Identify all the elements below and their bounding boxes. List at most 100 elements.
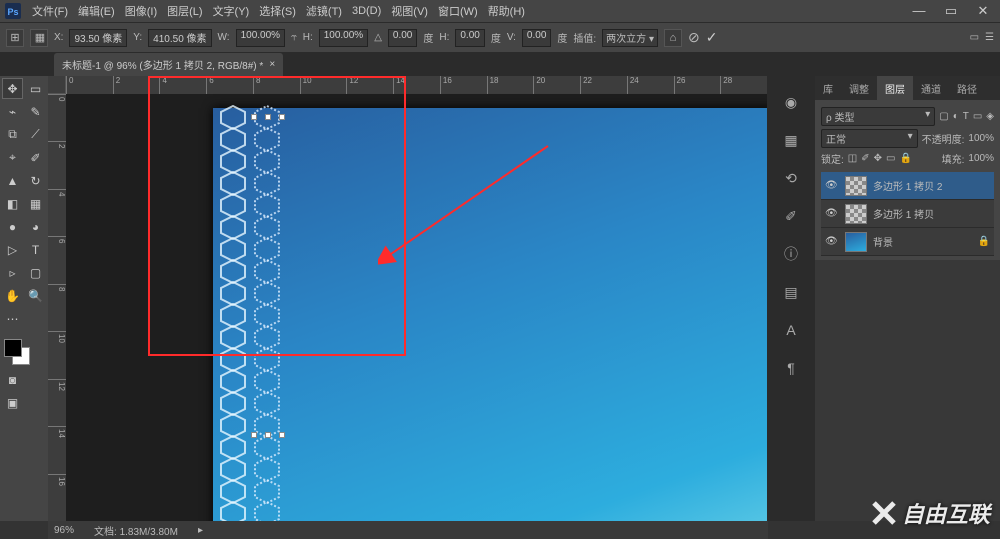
menu-3d[interactable]: 3D(D) [352, 5, 381, 17]
commit-transform-icon[interactable]: ✓ [706, 29, 718, 46]
ruler-vertical[interactable]: 0 2 4 6 8 10 12 14 16 [48, 94, 66, 521]
history-brush-tool[interactable]: ↻ [25, 170, 46, 191]
lock-trans-icon[interactable]: ◫ [848, 153, 857, 164]
menu-filter[interactable]: 滤镜(T) [306, 3, 342, 19]
panel-tab-paths[interactable]: 路径 [949, 76, 985, 100]
menu-help[interactable]: 帮助(H) [488, 3, 525, 19]
y-field[interactable]: 410.50 像素 [148, 29, 211, 47]
filter-shape-icon[interactable]: ▭ [973, 111, 982, 122]
healing-tool[interactable]: ⌖ [2, 147, 23, 168]
zoom-level[interactable]: 96% [54, 525, 74, 536]
reference-point-icon[interactable]: ▦ [30, 29, 48, 47]
layer-thumbnail[interactable] [845, 204, 867, 224]
layer-kind-filter[interactable]: ρ 类型▾ [821, 107, 935, 126]
lock-all-icon[interactable]: 🔒 [899, 153, 911, 164]
layer-thumbnail[interactable] [845, 232, 867, 252]
panel-tab-layers[interactable]: 图层 [877, 76, 913, 100]
visibility-icon[interactable]: 👁 [825, 236, 839, 247]
zoom-tool[interactable]: 🔍 [25, 285, 46, 306]
menu-file[interactable]: 文件(F) [32, 3, 68, 19]
panel-tab-adjust[interactable]: 调整 [841, 76, 877, 100]
layer-row[interactable]: 👁 多边形 1 拷贝 [821, 200, 994, 228]
layer-thumbnail[interactable] [845, 176, 867, 196]
transform-handle[interactable] [251, 432, 257, 438]
gradient-tool[interactable]: ▦ [25, 193, 46, 214]
screenmode-tool[interactable]: ▣ [2, 392, 23, 413]
lock-artboard-icon[interactable]: ▭ [886, 153, 895, 164]
menu-view[interactable]: 视图(V) [391, 3, 428, 19]
eraser-tool[interactable]: ◧ [2, 193, 23, 214]
actions-icon[interactable]: ▤ [779, 280, 803, 304]
pen-tool[interactable]: ▷ [2, 239, 23, 260]
lock-paint-icon[interactable]: ✐ [861, 153, 869, 164]
menu-edit[interactable]: 编辑(E) [78, 3, 115, 19]
angle-field[interactable]: 0.00 [388, 29, 417, 47]
maximize-icon[interactable]: ▭ [938, 3, 964, 19]
info-icon[interactable]: ⓘ [779, 242, 803, 266]
transform-handle[interactable] [279, 432, 285, 438]
cancel-transform-icon[interactable]: ⊘ [688, 29, 700, 46]
link-icon[interactable]: ⥾ [291, 32, 297, 43]
swatches-icon[interactable]: ▦ [779, 128, 803, 152]
w-field[interactable]: 100.00% [236, 29, 285, 47]
layer-row[interactable]: 👁 背景 🔒 [821, 228, 994, 256]
stamp-tool[interactable]: ▲ [2, 170, 23, 191]
workspace-menu-icon[interactable]: ☰ [985, 32, 994, 43]
menu-layer[interactable]: 图层(L) [167, 3, 202, 19]
dodge-tool[interactable]: ◕ [25, 216, 46, 237]
hand-tool[interactable]: ✋ [2, 285, 23, 306]
lock-pos-icon[interactable]: ✥ [874, 153, 882, 164]
transform-tool-icon[interactable]: ⊞ [6, 29, 24, 47]
menu-type[interactable]: 文字(Y) [213, 3, 250, 19]
filter-image-icon[interactable]: ▢ [939, 111, 948, 122]
quickmask-tool[interactable]: ◙ [2, 369, 23, 390]
x-field[interactable]: 93.50 像素 [69, 29, 127, 47]
workspace-switcher-icon[interactable]: ▭ [970, 32, 979, 43]
quick-select-tool[interactable]: ✎ [25, 101, 46, 122]
document-tab-close-icon[interactable]: × [269, 59, 275, 70]
visibility-icon[interactable]: 👁 [825, 208, 839, 219]
color-wheel-icon[interactable]: ◉ [779, 90, 803, 114]
move-tool[interactable]: ✥ [2, 78, 23, 99]
menu-select[interactable]: 选择(S) [259, 3, 296, 19]
path-select-tool[interactable]: ▹ [2, 262, 23, 283]
v-field[interactable]: 0.00 [522, 29, 551, 47]
visibility-icon[interactable]: 👁 [825, 180, 839, 191]
paragraph-icon[interactable]: ¶ [779, 356, 803, 380]
minimize-icon[interactable]: — [906, 3, 932, 19]
transform-handle[interactable] [265, 432, 271, 438]
interp-select[interactable]: 两次立方 ▾ [602, 29, 658, 47]
filter-type-icon[interactable]: T [963, 111, 969, 122]
type-panel-icon[interactable]: A [779, 318, 803, 342]
lasso-tool[interactable]: ⌁ [2, 101, 23, 122]
artboard-tool[interactable]: ▭ [25, 78, 46, 99]
history-icon[interactable]: ⟲ [779, 166, 803, 190]
fill-field[interactable]: 100% [968, 153, 994, 164]
opacity-field[interactable]: 100% [968, 133, 994, 144]
h2-field[interactable]: 0.00 [455, 29, 484, 47]
panel-tab-channels[interactable]: 通道 [913, 76, 949, 100]
menu-window[interactable]: 窗口(W) [438, 3, 478, 19]
type-tool[interactable]: T [25, 239, 46, 260]
menu-image[interactable]: 图像(I) [125, 3, 157, 19]
h-field[interactable]: 100.00% [319, 29, 368, 47]
close-icon[interactable]: ✕ [970, 3, 996, 19]
eyedropper-tool[interactable]: ⟋ [25, 124, 46, 145]
foreground-color-swatch[interactable] [4, 339, 22, 357]
tag-icon[interactable]: ⌂ [664, 29, 682, 47]
color-swatches[interactable] [4, 339, 30, 365]
brushes-icon[interactable]: ✐ [779, 204, 803, 228]
document-tab[interactable]: 未标题-1 @ 96% (多边形 1 拷贝 2, RGB/8#) * × [54, 53, 283, 76]
filter-adjust-icon[interactable]: ◐ [953, 111, 959, 122]
shape-tool[interactable]: ▢ [25, 262, 46, 283]
blend-mode-select[interactable]: 正常▾ [821, 129, 918, 148]
ruler-origin[interactable] [48, 76, 66, 94]
brush-tool[interactable]: ✐ [25, 147, 46, 168]
panel-tab-lib[interactable]: 库 [815, 76, 841, 100]
status-chevron-icon[interactable]: ▸ [198, 525, 203, 536]
crop-tool[interactable]: ⧉ [2, 124, 23, 145]
filter-smart-icon[interactable]: ◈ [986, 111, 994, 122]
doc-size[interactable]: 文档: 1.83M/3.80M [94, 523, 178, 538]
edit-toolbar-icon[interactable]: ⋯ [2, 308, 23, 329]
blur-tool[interactable]: ● [2, 216, 23, 237]
